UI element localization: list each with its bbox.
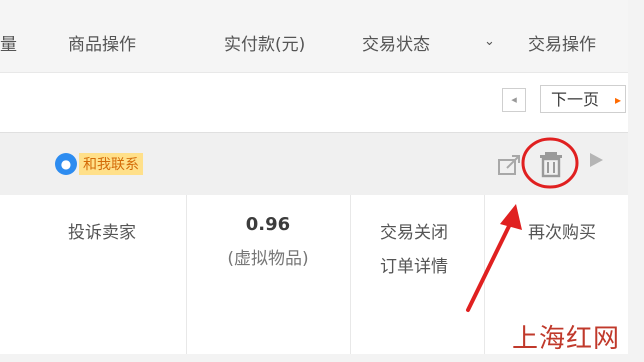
column-divider: [350, 195, 351, 354]
order-detail-link[interactable]: 订单详情: [380, 252, 448, 277]
header-goods-ops: 商品操作: [68, 35, 136, 55]
complain-seller-link[interactable]: 投诉卖家: [68, 218, 136, 243]
header-paid: 实付款(元): [224, 35, 306, 55]
paid-amount: 0.96: [245, 214, 291, 235]
contact-label: 和我联系: [79, 153, 143, 175]
more-icon[interactable]: [588, 152, 604, 168]
contact-seller-link[interactable]: ● 和我联系: [55, 152, 143, 176]
status-filter-chevron-icon[interactable]: ⌄: [484, 34, 495, 49]
header-quantity: 量: [0, 35, 17, 55]
trade-status: 交易关闭: [380, 223, 448, 243]
next-page-button[interactable]: 下一页 ▸: [540, 85, 626, 113]
wangwang-icon: ●: [55, 153, 77, 175]
pager-bar: [0, 73, 628, 131]
next-arrow-icon: ▸: [614, 93, 621, 107]
buy-again-link[interactable]: 再次购买: [528, 218, 596, 243]
highlight-circle: [521, 137, 579, 189]
prev-page-button[interactable]: ◂: [502, 88, 526, 112]
table-header: 量 商品操作 实付款(元) 交易状态 ⌄ 交易操作: [0, 0, 628, 73]
price-note: (虚拟物品): [227, 249, 309, 269]
header-status: 交易状态: [362, 35, 430, 55]
watermark-logo: 上海红网: [512, 324, 621, 354]
pointer-arrow: [466, 204, 522, 312]
header-trade-ops: 交易操作: [528, 35, 596, 55]
next-page-label: 下一页: [551, 90, 600, 109]
